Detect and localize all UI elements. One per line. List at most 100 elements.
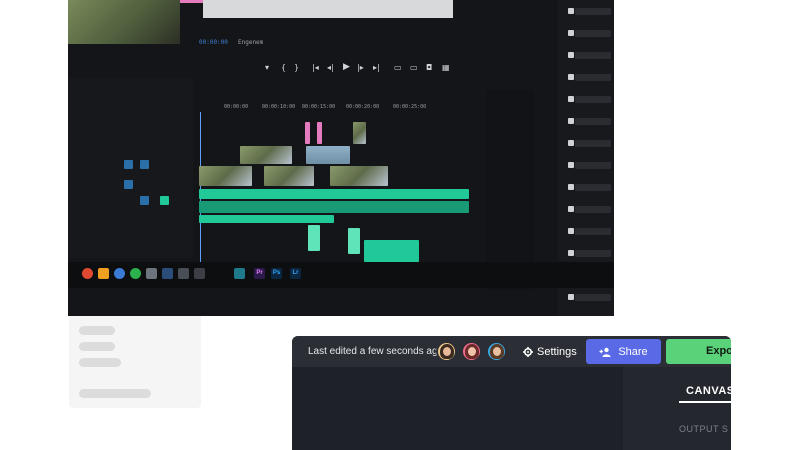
video-clip [306, 146, 350, 164]
settings-label: Settings [537, 346, 577, 358]
step-back-icon: ◂| [327, 63, 334, 72]
taskbar-app-icon [234, 268, 245, 279]
media-item [575, 118, 611, 125]
audio-clip [199, 215, 334, 223]
audio-clip [199, 189, 469, 199]
taskbar-app-icon [98, 268, 109, 279]
mark-in-icon: ▾ [265, 63, 270, 72]
collaborator-avatar-3[interactable] [486, 341, 507, 362]
taskbar-app-icon [130, 268, 141, 279]
collaborator-avatar-2[interactable] [461, 341, 482, 362]
editor-toolbar-card: Last edited a few seconds ago. Settings [292, 336, 731, 450]
track-toggle [140, 160, 149, 169]
media-item [575, 74, 611, 81]
media-item [575, 294, 611, 301]
source-monitor-preview [68, 0, 180, 44]
go-to-in-icon: |◂ [312, 63, 319, 72]
media-thumb [568, 250, 574, 256]
timecode-readout: 00:00:00 [199, 39, 228, 46]
media-thumb [568, 206, 574, 212]
video-clip [330, 166, 388, 186]
media-thumb [568, 8, 574, 14]
media-thumb [568, 74, 574, 80]
media-thumb [568, 140, 574, 146]
media-thumb [568, 118, 574, 124]
add-user-icon [599, 347, 611, 357]
bracket-in-icon: { [281, 63, 287, 72]
track-toggle [124, 180, 133, 189]
media-item [575, 30, 611, 37]
share-label: Share [618, 345, 648, 358]
properties-panel [623, 367, 731, 450]
share-button[interactable]: Share [586, 339, 661, 364]
media-item [575, 250, 611, 257]
canvas-area[interactable] [292, 367, 623, 450]
media-item [575, 52, 611, 59]
step-forward-icon: |▸ [357, 63, 364, 72]
go-to-out-icon: ▸| [373, 63, 380, 72]
video-clip [240, 146, 292, 164]
media-thumb [568, 52, 574, 58]
video-clip [305, 122, 310, 144]
taskbar-app-label: Lr [292, 270, 299, 276]
audio-clip [308, 225, 320, 251]
export-button[interactable]: Expo [666, 339, 731, 364]
audio-meter [486, 90, 534, 290]
tab-canvas[interactable]: CANVAS [686, 385, 731, 397]
audio-clip [364, 240, 419, 262]
media-thumb [568, 228, 574, 234]
track-toggle [160, 196, 169, 205]
video-clip [317, 122, 322, 144]
taskbar-app-icon [82, 268, 93, 279]
skeleton-line [79, 326, 115, 335]
skeleton-line [79, 389, 151, 398]
ruler-label: 00:00:15:00 [302, 104, 336, 110]
video-clip [199, 166, 252, 186]
active-tab-indicator [679, 401, 731, 403]
audio-clip [348, 228, 360, 254]
media-item [575, 8, 611, 15]
program-monitor-preview [203, 0, 453, 18]
media-thumb [568, 184, 574, 190]
gear-icon [523, 347, 533, 357]
play-icon: ▶ [343, 62, 350, 72]
comparison-icon: ▦ [442, 63, 450, 72]
taskbar-app-icon [114, 268, 125, 279]
track-toggle [124, 160, 133, 169]
media-thumb [568, 294, 574, 300]
skeleton-line [79, 342, 115, 351]
ruler-label: 00:00:10:00 [262, 104, 296, 110]
taskbar-app-label: Ps [272, 270, 281, 276]
video-clip [353, 122, 366, 144]
taskbar-app-icon [162, 268, 173, 279]
taskbar-app-icon [178, 268, 189, 279]
media-item [575, 228, 611, 235]
track-toggle [140, 196, 149, 205]
ruler-label: 00:00:00 [224, 104, 249, 110]
media-thumb [568, 30, 574, 36]
playback-dropdown: Engenem [238, 39, 264, 46]
media-item [575, 184, 611, 191]
audio-clip [199, 201, 469, 213]
export-label: Expo [706, 345, 731, 357]
taskbar-app-icon [194, 268, 205, 279]
taskbar-app-icon [146, 268, 157, 279]
playhead [200, 112, 201, 262]
settings-button[interactable]: Settings [523, 344, 577, 360]
collaborator-avatar-1[interactable] [436, 341, 457, 362]
camera-icon: ◘ [426, 63, 433, 72]
video-clip [264, 166, 314, 186]
video-editor-photo: 00:00:00 Engenem ▾ { } |◂ ◂| ▶ |▸ ▸| ▭ ▭… [68, 0, 614, 316]
page: 00:00:00 Engenem ▾ { } |◂ ◂| ▶ |▸ ▸| ▭ ▭… [0, 0, 800, 450]
output-section-label: OUTPUT S [679, 424, 729, 434]
media-item [575, 162, 611, 169]
bracket-out-icon: } [294, 63, 300, 72]
last-edited-status: Last edited a few seconds ago. [308, 346, 446, 357]
skeleton-line [79, 358, 121, 367]
extract-icon: ▭ [410, 63, 418, 72]
lift-icon: ▭ [394, 63, 402, 72]
media-item [575, 140, 611, 147]
media-thumb [568, 96, 574, 102]
skeleton-card [69, 300, 201, 408]
ruler-label: 00:00:20:00 [346, 104, 380, 110]
